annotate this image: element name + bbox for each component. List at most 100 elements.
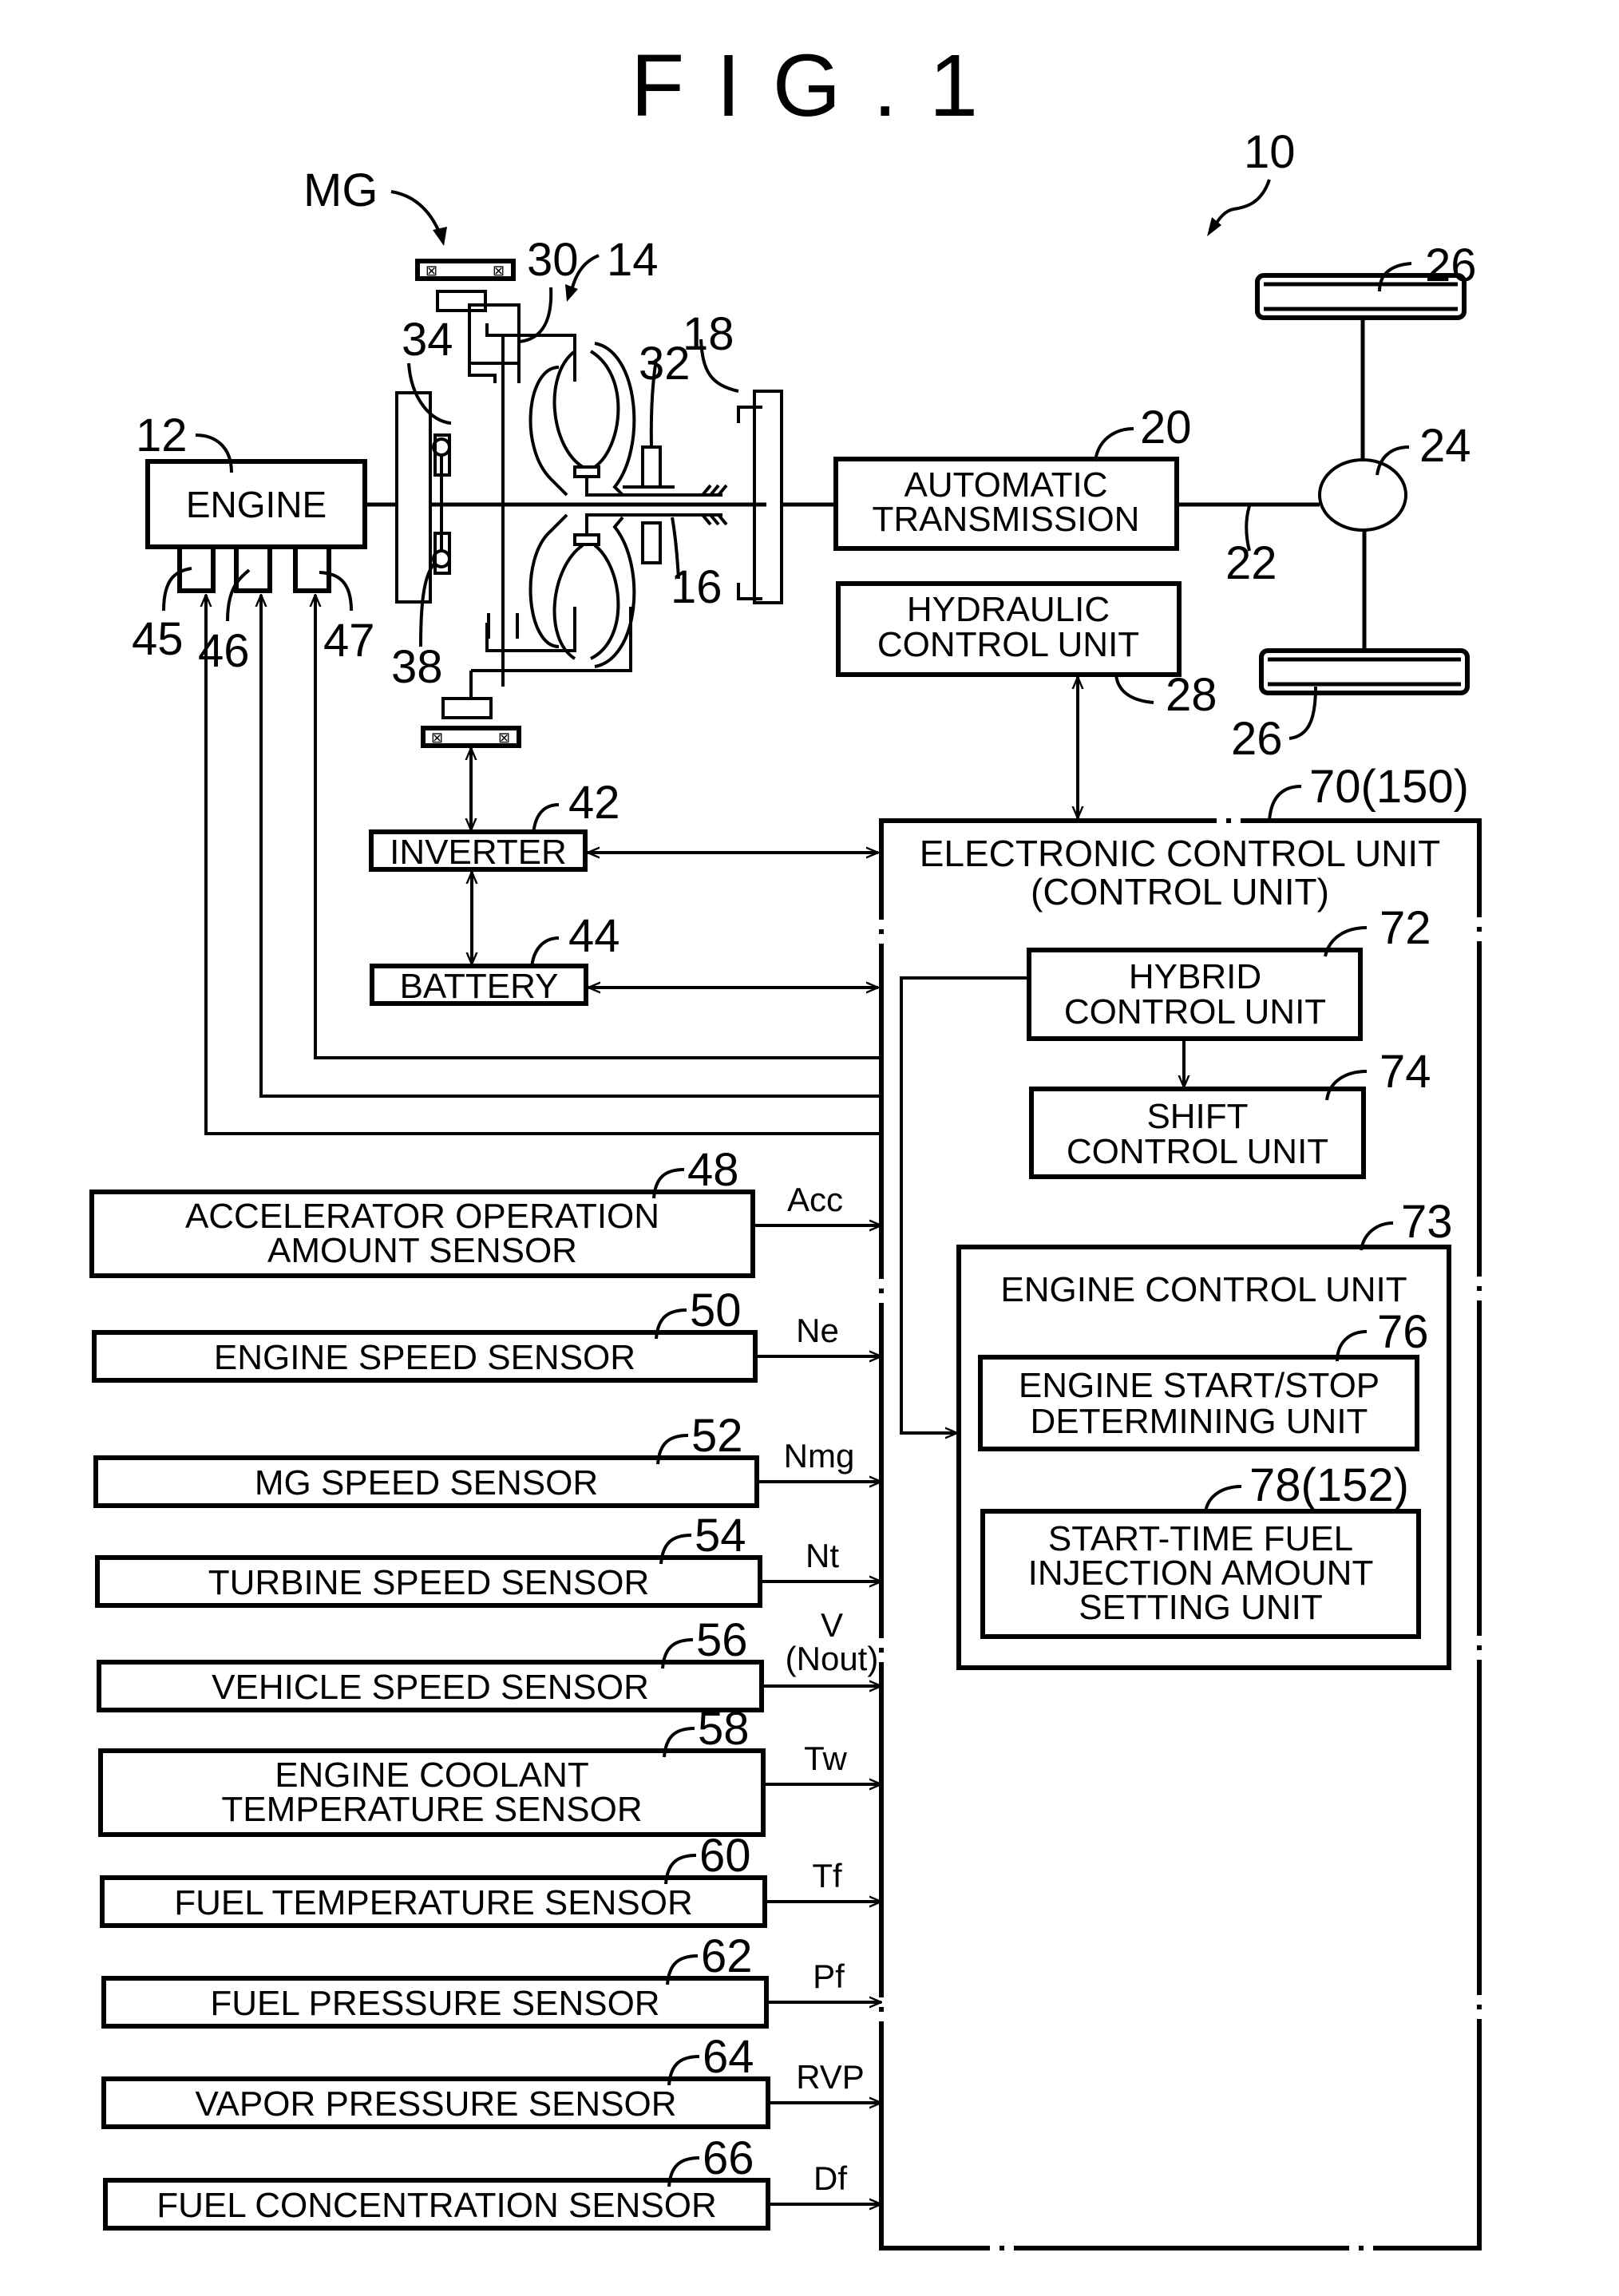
signal-label: Tw: [804, 1740, 847, 1777]
arrowhead-icon: [433, 227, 447, 246]
hybrid-label-line2: CONTROL UNIT: [1064, 992, 1326, 1031]
ref-engine: 12: [136, 410, 188, 461]
ref-70: 70(150): [1309, 761, 1469, 813]
sensor-label: TURBINE SPEED SENSOR: [208, 1563, 650, 1602]
sensor-item: VEHICLE SPEED SENSOR 56 V(Nout): [97, 1606, 881, 1712]
ref-30: 30: [527, 234, 579, 286]
hybrid-label-line1: HYBRID: [1129, 957, 1261, 996]
sensor-ref: 64: [703, 2031, 754, 2083]
sensor-47: [293, 544, 331, 593]
sensor-item: MG SPEED SENSOR 52 Nmg: [93, 1410, 881, 1508]
signal-label: Nt: [806, 1537, 839, 1574]
electronic-control-unit: ELECTRONIC CONTROL UNIT (CONTROL UNIT) 7…: [879, 761, 1482, 2250]
mg-label: MG: [303, 164, 378, 216]
sensor-item: FUEL TEMPERATURE SENSOR60 Tf: [100, 1830, 881, 1928]
svg-text:⊠: ⊠: [431, 730, 443, 746]
ref-18: 18: [683, 308, 734, 360]
signal-label: Df: [813, 2159, 847, 2197]
signal-label-secondary: (Nout): [786, 1640, 879, 1677]
sensor-label-line2: AMOUNT SENSOR: [267, 1231, 577, 1270]
signal-label: Acc: [787, 1181, 843, 1218]
ref-72: 72: [1380, 902, 1431, 954]
ref-76: 76: [1377, 1306, 1429, 1358]
start-stop-label-line1: ENGINE START/STOP: [1019, 1366, 1380, 1405]
ecu-label-line2: (CONTROL UNIT): [1031, 871, 1329, 912]
ref-28: 28: [1166, 669, 1217, 721]
engine-control-label: ENGINE CONTROL UNIT: [1000, 1270, 1407, 1309]
svg-text:⊠: ⊠: [493, 263, 505, 279]
leader-line: [1245, 505, 1251, 552]
ref-44: 44: [568, 910, 620, 962]
sensor-label-line1: ENGINE COOLANT: [275, 1756, 589, 1795]
fuel-injection-label-line3: SETTING UNIT: [1079, 1588, 1323, 1627]
battery-block: BATTERY 44: [370, 910, 620, 1006]
ref-24: 24: [1419, 420, 1471, 472]
ref-78: 78(152): [1249, 1459, 1409, 1511]
figure-title: FIG.1: [631, 37, 1010, 135]
sensor-label-line2: TEMPERATURE SENSOR: [221, 1790, 642, 1829]
signal-label: Pf: [813, 1958, 845, 1995]
sensor-ref: 50: [690, 1285, 742, 1336]
ref-26-top: 26: [1425, 239, 1477, 291]
battery-label: BATTERY: [400, 967, 559, 1006]
differential: [1318, 458, 1407, 532]
sensor-item: TURBINE SPEED SENSOR 54 Nt: [95, 1510, 881, 1608]
sensor-ref: 52: [691, 1410, 743, 1462]
shift-label-line2: CONTROL UNIT: [1067, 1132, 1328, 1171]
sensor-item: ENGINE SPEED SENSOR 50 Ne: [92, 1285, 881, 1383]
wheel-bottom: [1259, 648, 1470, 695]
ref-47: 47: [323, 615, 375, 667]
hydraulic-label-line1: HYDRAULIC: [907, 590, 1110, 629]
inverter-block: INVERTER 42: [369, 777, 620, 872]
differential-and-wheels: 26 24 26: [1231, 239, 1477, 765]
sensor-label: VAPOR PRESSURE SENSOR: [195, 2084, 676, 2124]
sensor-item: ACCELERATOR OPERATIONAMOUNT SENSOR 48 Acc: [89, 1144, 881, 1278]
sensor-label: FUEL CONCENTRATION SENSOR: [156, 2186, 717, 2225]
fuel-injection-label-line1: START-TIME FUEL: [1048, 1519, 1353, 1558]
at-label-line1: AUTOMATIC: [904, 465, 1107, 505]
arrowhead-icon: [565, 284, 578, 302]
sensor-ref: 54: [695, 1510, 746, 1562]
sensor-label: MG SPEED SENSOR: [255, 1463, 598, 1502]
sensor-ref: 48: [687, 1144, 739, 1196]
sensor-list: ACCELERATOR OPERATIONAMOUNT SENSOR 48 Acc E…: [89, 1144, 881, 2231]
ref-system: 10: [1244, 126, 1296, 178]
sensor-label: VEHICLE SPEED SENSOR: [212, 1668, 649, 1707]
ref-42: 42: [568, 777, 620, 829]
ref-22: 22: [1225, 537, 1277, 589]
ref-14: 14: [607, 234, 659, 286]
sensor-label: FUEL PRESSURE SENSOR: [210, 1984, 659, 2023]
sensor-ref: 60: [699, 1830, 751, 1882]
diagram-canvas: FIG.1 10 MG ENGINE 12 45 46 47 ⊠ ⊠ ⊠ ⊠ 3…: [89, 37, 1482, 2250]
leader-line: [1212, 179, 1271, 229]
ref-38: 38: [391, 641, 443, 693]
ref-34: 34: [402, 314, 453, 366]
svg-text:⊠: ⊠: [426, 263, 437, 279]
sensor-item: VAPOR PRESSURE SENSOR 64 RVP: [101, 2031, 881, 2129]
engine-block: ENGINE 12 45 46 47: [132, 410, 375, 677]
inverter-label: INVERTER: [390, 833, 567, 872]
at-label-line2: TRANSMISSION: [873, 500, 1140, 539]
sensor-ref: 66: [703, 2132, 754, 2184]
signal-label: Ne: [796, 1312, 839, 1349]
ecu-label-line1: ELECTRONIC CONTROL UNIT: [920, 833, 1441, 874]
sensor-item: FUEL PRESSURE SENSOR 62 Pf: [101, 1930, 881, 2029]
torque-converter-schematic: ⊠ ⊠ ⊠ ⊠ 30 34 14 32 18 16 38: [391, 234, 836, 748]
leader-line: [390, 190, 442, 236]
signal-label: V: [821, 1606, 843, 1644]
sensor-46: [234, 544, 272, 593]
signal-label: Nmg: [784, 1437, 855, 1475]
sensor-ref: 62: [701, 1930, 753, 1982]
shift-label-line1: SHIFT: [1146, 1097, 1248, 1136]
fuel-injection-label-line2: INJECTION AMOUNT: [1028, 1554, 1374, 1593]
hydraulic-control-block: HYDRAULIC CONTROL UNIT 28: [836, 581, 1217, 721]
sensor-item: ENGINE COOLANTTEMPERATURE SENSOR 58 Tw: [98, 1703, 881, 1837]
start-stop-label-line2: DETERMINING UNIT: [1031, 1402, 1368, 1441]
ref-45: 45: [132, 613, 184, 665]
ref-73: 73: [1401, 1196, 1453, 1248]
engine-label: ENGINE: [186, 484, 327, 525]
sensor-label: FUEL TEMPERATURE SENSOR: [174, 1883, 693, 1922]
ref-26-bottom: 26: [1231, 713, 1283, 765]
ref-74: 74: [1380, 1046, 1431, 1098]
signal-label: RVP: [796, 2058, 865, 2096]
